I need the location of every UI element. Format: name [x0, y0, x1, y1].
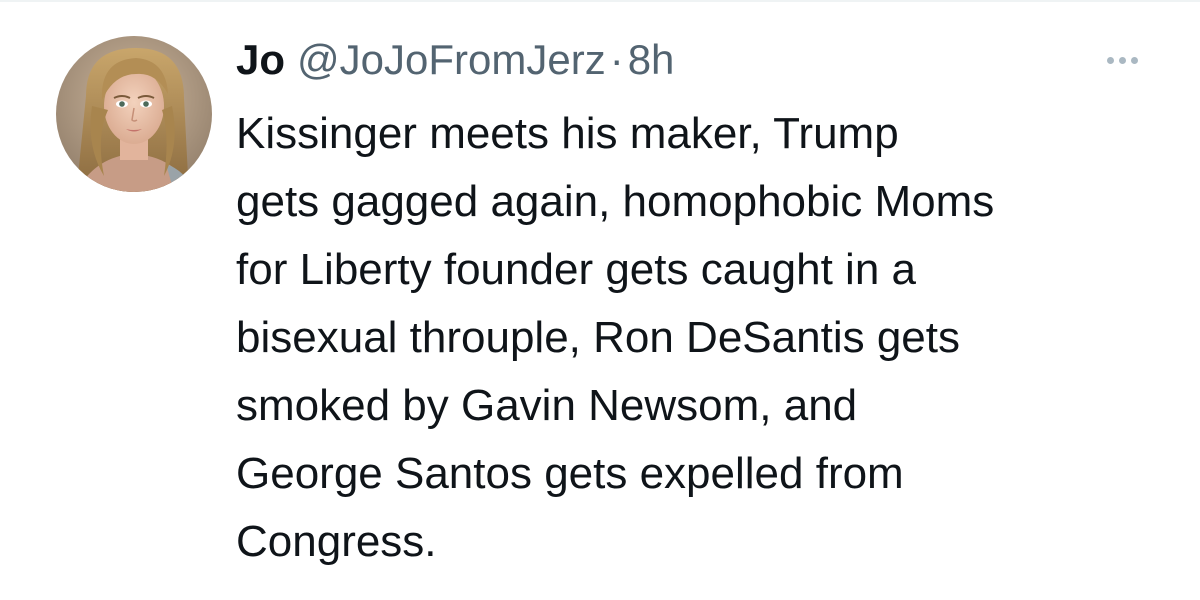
tweet-text-line: George Santos gets expelled from — [236, 449, 904, 498]
tweet-text-line: Kissinger meets his maker, Trump — [236, 109, 899, 158]
more-options-button[interactable] — [1094, 42, 1150, 78]
tweet-text-line: Congress. — [236, 517, 437, 566]
tweet-header: Jo @JoJoFromJerz · 8h — [236, 34, 674, 86]
separator-dot: · — [609, 36, 624, 83]
tweet-text-line: gets gagged again, homophobic Moms — [236, 177, 995, 226]
avatar[interactable] — [56, 36, 212, 192]
tweet-text-line: smoked by Gavin Newsom, and — [236, 381, 858, 430]
tweet-text-line: for Liberty founder gets caught in a — [236, 245, 916, 294]
more-horizontal-icon — [1106, 56, 1138, 64]
display-name[interactable]: Jo — [236, 34, 285, 86]
tweet-text-line: bisexual throuple, Ron DeSantis gets — [236, 313, 960, 362]
user-avatar-photo-icon — [56, 36, 212, 192]
tweet[interactable]: Jo @JoJoFromJerz · 8h Kissinger meets hi… — [0, 0, 1200, 600]
timestamp[interactable]: 8h — [628, 34, 675, 86]
user-handle[interactable]: @JoJoFromJerz — [297, 34, 606, 86]
tweet-text: Kissinger meets his maker, Trump gets ga… — [236, 100, 1166, 576]
